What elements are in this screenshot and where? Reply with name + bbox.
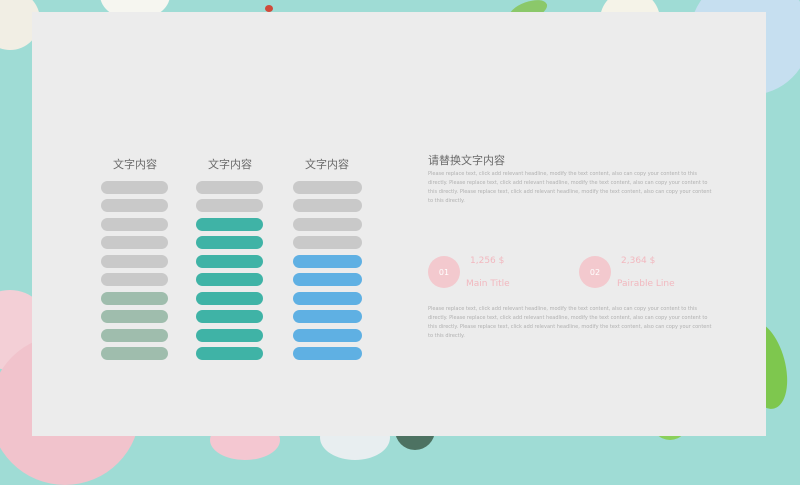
- bar-col2-row3: [196, 218, 263, 231]
- bar-col3-row6: [293, 273, 362, 286]
- bar-col2-row10: [196, 347, 263, 360]
- item-2-subtitle: Pairable Line: [617, 279, 675, 289]
- bar-col3-row5: [293, 255, 362, 268]
- bar-col2-row8: [196, 310, 263, 323]
- badge-01: 01: [428, 256, 460, 288]
- badge-02: 02: [579, 256, 611, 288]
- column-title-2: 文字内容: [208, 158, 252, 171]
- bar-col2-row1: [196, 181, 263, 194]
- bar-col2-row9: [196, 329, 263, 342]
- bar-col1-row6: [101, 273, 168, 286]
- bar-col1-row10: [101, 347, 168, 360]
- bar-col1-row7: [101, 292, 168, 305]
- section-title: 请替换文字内容: [428, 154, 505, 167]
- bar-col1-row8: [101, 310, 168, 323]
- item-2-heading: 2,364 $: [621, 256, 656, 266]
- body-paragraph-2: Please replace text, click add relevant …: [428, 306, 712, 339]
- ladybug-icon: [265, 5, 273, 12]
- bar-col1-row5: [101, 255, 168, 268]
- bar-col2-row5: [196, 255, 263, 268]
- bar-col2-row7: [196, 292, 263, 305]
- item-1-subtitle: Main Title: [466, 279, 510, 289]
- bar-col3-row8: [293, 310, 362, 323]
- bar-col3-row2: [293, 199, 362, 212]
- bar-col3-row1: [293, 181, 362, 194]
- column-title-3: 文字内容: [305, 158, 349, 171]
- bar-col3-row10: [293, 347, 362, 360]
- bar-col1-row4: [101, 236, 168, 249]
- column-title-1: 文字内容: [113, 158, 157, 171]
- bar-col1-row3: [101, 218, 168, 231]
- bar-col1-row9: [101, 329, 168, 342]
- bar-col3-row3: [293, 218, 362, 231]
- bar-col2-row2: [196, 199, 263, 212]
- item-1-heading: 1,256 $: [470, 256, 505, 266]
- bar-col3-row9: [293, 329, 362, 342]
- bar-col3-row7: [293, 292, 362, 305]
- bar-col1-row2: [101, 199, 168, 212]
- bar-col3-row4: [293, 236, 362, 249]
- body-paragraph-1: Please replace text, click add relevant …: [428, 171, 712, 204]
- bar-col2-row6: [196, 273, 263, 286]
- bar-col1-row1: [101, 181, 168, 194]
- bar-col2-row4: [196, 236, 263, 249]
